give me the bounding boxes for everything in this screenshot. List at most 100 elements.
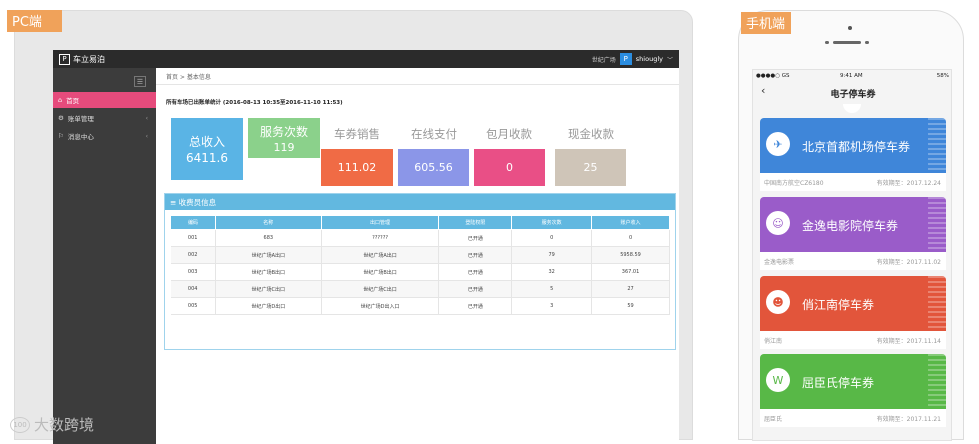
collector-panel: ≡ 收费员信息 编码 名称 出口管理 登陆权限 服务次数 账户收入 001 68…	[164, 193, 676, 350]
coupon-name: 屈臣氏停车券	[802, 376, 875, 390]
table-row[interactable]: 002 世纪广场A出口 世纪广场A出口 已开通 79 5958.59	[170, 246, 670, 264]
table-cell: 已开通	[438, 297, 513, 315]
tile-title: 总收入	[188, 135, 225, 149]
table-cell: 世纪广场A出口	[321, 246, 440, 264]
camera-dot	[848, 26, 852, 30]
table-cell: 004	[170, 280, 216, 298]
chevron-down-icon: ﹀	[666, 56, 673, 64]
sidebar-item-bills[interactable]: ⚙ 账单管理 ‹	[53, 110, 156, 126]
table-row[interactable]: 004 世纪广场C出口 世纪广场C出口 已开通 5 27	[170, 280, 670, 298]
username: shiougly	[635, 55, 663, 63]
coupon-issuer: 屈臣氏	[764, 416, 783, 423]
table-row[interactable]: 003 世纪广场B出口 世纪广场B出口 已开通 32 367.01	[170, 263, 670, 281]
cash-label: 现金收款	[568, 127, 614, 141]
col-header[interactable]: 登陆权限	[438, 215, 513, 230]
table-cell: 已开通	[438, 229, 513, 247]
user-avatar-icon: P	[619, 53, 632, 65]
location-label: 世纪广场	[591, 56, 616, 64]
table-row[interactable]: 005 世纪广场D出口 世纪广场D出入口 已开通 3 59	[170, 297, 670, 315]
ticket-edge	[928, 118, 946, 173]
watermark-text: 大数跨境	[34, 416, 95, 434]
table-cell: 3	[511, 297, 593, 315]
col-header[interactable]: 账户收入	[591, 215, 670, 230]
table-cell: 59	[591, 297, 670, 315]
coupon-expiry: 有效期至：2017.11.21	[876, 416, 941, 423]
breadcrumb[interactable]: 首页 > 基本信息	[166, 72, 211, 81]
table-cell: 003	[170, 263, 216, 281]
table-cell: 001	[170, 229, 216, 247]
table-cell: 32	[511, 263, 593, 281]
coupon-name: 北京首都机场停车券	[802, 140, 911, 154]
coupon-card[interactable]: ☻ 俏江南停车券 俏江南 有效期至：2017.11.14	[760, 276, 946, 349]
table-cell: ??????	[321, 229, 440, 247]
coupon-card-header: ☻ 俏江南停车券	[760, 276, 946, 331]
logo[interactable]: P 车立易泊	[59, 53, 105, 65]
coupon-card-header: ✈ 北京首都机场停车券	[760, 118, 946, 173]
table-cell: 世纪广场D出口	[215, 297, 322, 315]
table-cell: 79	[511, 246, 593, 264]
sidebar-item-messages[interactable]: ⚐ 消息中心 ‹	[53, 128, 156, 144]
laptop-frame: P 车立易泊 世纪广场 P shiougly ﹀ ☰ ⌂ 首页 ⚙ 账单管理 ‹…	[14, 10, 693, 444]
gears-icon: ⚙	[58, 114, 64, 122]
table-cell: 世纪广场B出口	[321, 263, 440, 281]
coupon-issuer: 俏江南	[764, 338, 783, 345]
watermark: 100 大数跨境	[10, 414, 94, 435]
ticket-edge	[928, 276, 946, 331]
menu-collapse-icon[interactable]: ☰	[134, 76, 146, 87]
sidebar: ☰ ⌂ 首页 ⚙ 账单管理 ‹ ⚐ 消息中心 ‹	[53, 68, 156, 444]
watermark-logo-icon: 100	[10, 416, 30, 433]
phone-frame: ●●●●○ GS 9:41 AM 58% ‹ 电子停车券 ✈ 北京首都机场停车券中…	[738, 10, 964, 441]
coupon-expiry: 有效期至：2017.12.24	[876, 180, 941, 187]
col-header[interactable]: 编码	[170, 215, 216, 230]
table-cell: 005	[170, 297, 216, 315]
col-header[interactable]: 出口管理	[320, 215, 440, 230]
pc-label: PC端	[7, 10, 62, 32]
brand-logo-icon: ☺	[766, 211, 790, 235]
table-row[interactable]: 001 683?????? 已开通 0 0	[170, 229, 670, 247]
carrier: ●●●●○ GS	[756, 73, 790, 79]
table-cell: 世纪广场A出口	[215, 246, 322, 264]
table-cell: 已开通	[438, 263, 513, 281]
top-bar: P 车立易泊 世纪广场 P shiougly ﹀	[53, 50, 679, 68]
chevron-right-icon: ‹	[145, 114, 148, 122]
panel-header: ≡ 收费员信息	[165, 194, 675, 210]
col-header[interactable]: 服务次数	[511, 215, 593, 230]
table-cell: 已开通	[438, 246, 513, 264]
table-cell: 367.01	[591, 263, 670, 281]
user-area[interactable]: 世纪广场 P shiougly ﹀	[592, 52, 673, 66]
stat-period: 所有车场已出账单统计 (2016-08-13 10:35至2016-11-10 …	[166, 100, 343, 106]
coupon-name: 俏江南停车券	[802, 298, 875, 312]
coupon-card-footer: 中国南方航空CZ6180 有效期至：2017.12.24	[760, 173, 946, 191]
flag-icon: ⚐	[58, 132, 64, 140]
table-cell: 世纪广场C出口	[321, 280, 440, 298]
table-cell: 5	[511, 280, 593, 298]
sidebar-item-home[interactable]: ⌂ 首页	[53, 92, 156, 108]
table-cell: 世纪广场B出口	[215, 263, 322, 281]
panel-title: 收费员信息	[178, 197, 217, 207]
mobile-label: 手机端	[741, 12, 791, 34]
table-cell: 0	[511, 229, 593, 247]
coupon-card[interactable]: W 屈臣氏停车券屈臣氏 有效期至：2017.11.21	[760, 354, 946, 427]
speaker	[825, 41, 869, 44]
table-cell: 683	[215, 229, 322, 247]
coupon-card[interactable]: ☺ 金逸电影院停车券 金逸电影票 有效期至：2017.11.02	[760, 197, 946, 270]
chevron-right-icon: ‹	[145, 132, 148, 140]
sidebar-item-label: 消息中心	[67, 133, 94, 141]
table-cell: 已开通	[438, 280, 513, 298]
col-header[interactable]: 名称	[214, 215, 322, 230]
ticket-edge	[928, 197, 946, 252]
table-cell: 27	[591, 280, 670, 298]
monthly-label: 包月收款	[486, 127, 532, 141]
ticket-edge	[928, 354, 946, 409]
brand-logo-icon: W	[766, 368, 790, 392]
table-cell: 0	[591, 229, 670, 247]
coupon-card[interactable]: ✈ 北京首都机场停车券中国南方航空CZ6180 有效期至：2017.12.24	[760, 118, 946, 191]
battery-level: 58%	[936, 73, 949, 79]
tile-title: 服务次数	[259, 124, 308, 139]
status-bar: ●●●●○ GS 9:41 AM 58%	[753, 70, 951, 82]
page: P 车立易泊 世纪广场 P shiougly ﹀ ☰ ⌂ 首页 ⚙ 账单管理 ‹…	[0, 0, 979, 444]
tile-value: 119	[273, 140, 295, 154]
monthly-value: 0	[474, 149, 545, 186]
brand-logo-icon: ✈	[766, 132, 790, 156]
divider	[156, 84, 679, 85]
